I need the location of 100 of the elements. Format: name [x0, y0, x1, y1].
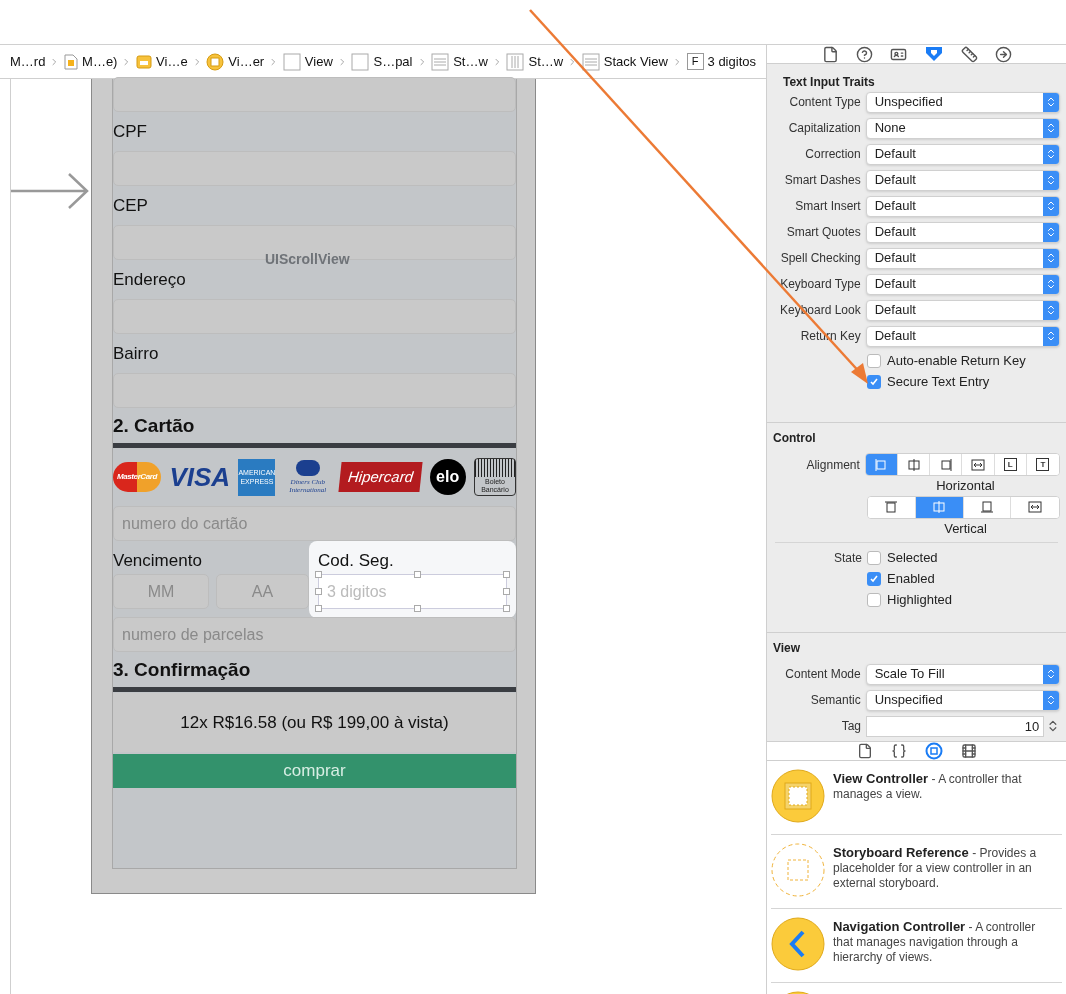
breadcrumb-item[interactable]: M…e) — [64, 51, 118, 72]
popup-button[interactable]: Scale To Fill — [865, 663, 1060, 685]
help-icon[interactable] — [855, 45, 873, 63]
resize-handle[interactable] — [503, 588, 510, 595]
checkbox-label: Auto-enable Return Key — [887, 351, 1026, 370]
attributes-inspector-icon[interactable] — [923, 45, 944, 63]
breadcrumb-item[interactable]: View — [282, 51, 333, 72]
popup-button[interactable]: Default — [865, 169, 1060, 191]
checkbox[interactable] — [867, 374, 881, 389]
breadcrumb-item[interactable]: St…w — [431, 51, 488, 72]
segmented-control[interactable]: L T — [864, 453, 1060, 476]
storyboard-file-icon — [64, 53, 79, 70]
alignment-icon: L — [1003, 458, 1017, 471]
library-item[interactable]: Navigation Controller - A controller that manages navigation through a hierarchy of views. — [771, 909, 1062, 983]
checkbox[interactable] — [867, 592, 881, 607]
section-title: View — [773, 640, 802, 657]
checkbox[interactable] — [867, 571, 881, 586]
stepper-arrows-icon — [1045, 668, 1057, 680]
property-label: State — [832, 549, 863, 567]
popup-button[interactable]: Default — [865, 221, 1060, 243]
stepper-arrows-icon — [1045, 122, 1057, 134]
breadcrumb-item[interactable]: F 3 digitos — [686, 51, 756, 72]
text-field[interactable] — [113, 77, 516, 112]
year-field[interactable]: AA — [216, 574, 309, 609]
segmented-control[interactable] — [867, 495, 1060, 519]
popup-button[interactable]: Default — [865, 325, 1060, 347]
segment-caption: Vertical — [943, 519, 988, 538]
text-field[interactable] — [113, 299, 516, 334]
installments-field[interactable]: numero de parcelas — [113, 617, 516, 652]
file-template-icon[interactable] — [856, 743, 873, 759]
alignment-segment[interactable] — [868, 496, 916, 518]
property-label: Smart Quotes — [785, 224, 862, 241]
security-code-field[interactable]: 3 digitos — [318, 574, 507, 609]
section-heading: 3. Confirmação — [113, 657, 252, 682]
breadcrumb-item[interactable]: Vi…e — [136, 51, 188, 72]
card-number-field[interactable]: numero do cartão — [113, 506, 516, 541]
resize-handle[interactable] — [315, 605, 322, 612]
library-item[interactable]: Storyboard Reference - Provides a placeholder for a view controller in an external storyboard. — [771, 835, 1062, 909]
resize-handle[interactable] — [503, 605, 510, 612]
resize-handle[interactable] — [414, 605, 421, 612]
popup-button[interactable]: Default — [865, 195, 1060, 217]
alignment-segment[interactable] — [865, 454, 899, 475]
stepper-arrows-icon — [1045, 278, 1057, 290]
popup-button[interactable]: Unspecified — [865, 91, 1060, 113]
text-field-icon: F — [686, 53, 704, 70]
property-label: Keyboard Type — [779, 276, 862, 293]
stack-view-icon — [581, 52, 600, 71]
storyboard-reference-icon — [771, 843, 825, 897]
field-label: Cod. Seg. — [318, 549, 395, 572]
library-item-description: View Controller - A controller that manages a view. — [833, 770, 1023, 802]
section-title: Control — [773, 430, 817, 447]
alignment-segment[interactable] — [915, 496, 964, 518]
file-inspector-icon[interactable] — [821, 45, 839, 63]
text-field[interactable] — [113, 373, 516, 408]
stepper-arrows-icon — [1045, 252, 1057, 264]
breadcrumb-item[interactable]: S…pal — [351, 51, 413, 72]
stepper-arrows-icon — [1045, 226, 1057, 238]
popup-button[interactable]: Default — [865, 299, 1060, 321]
property-label: Spell Checking — [779, 250, 862, 267]
checkbox[interactable] — [867, 550, 881, 565]
library-item[interactable]: View Controller - A controller that manages a view. — [771, 761, 1062, 835]
ruler-icon[interactable] — [960, 45, 978, 63]
popup-button[interactable]: None — [865, 117, 1060, 139]
card-brand-logo: VISA — [169, 464, 231, 490]
arrow-circle-icon[interactable] — [994, 45, 1012, 63]
property-label: Alignment — [805, 456, 861, 474]
alignment-icon — [883, 499, 900, 515]
field-label: Endereço — [113, 269, 186, 290]
stepper-arrows-icon — [1045, 174, 1057, 186]
resize-handle[interactable] — [315, 571, 322, 578]
month-field[interactable]: MM — [113, 574, 209, 609]
breadcrumb-item[interactable]: Vi…er — [206, 51, 265, 72]
popup-button[interactable]: Default — [865, 247, 1060, 269]
popup-button[interactable]: Default — [865, 273, 1060, 295]
breadcrumb-item[interactable]: Stack View — [581, 51, 668, 72]
field-label: CPF — [113, 121, 147, 142]
stepper-arrows-icon — [1045, 148, 1057, 160]
checkbox-label: Secure Text Entry — [887, 372, 990, 391]
popup-button[interactable]: Unspecified — [865, 689, 1060, 711]
object-library-icon[interactable] — [924, 742, 943, 760]
resize-handle[interactable] — [503, 571, 510, 578]
alignment-icon — [970, 456, 987, 473]
section-heading: 2. Cartão — [113, 413, 196, 438]
film-icon[interactable] — [960, 743, 977, 759]
resize-handle[interactable] — [414, 571, 421, 578]
checkbox-label: Highlighted — [887, 590, 953, 609]
breadcrumb-item[interactable]: M…rd — [10, 51, 46, 72]
field-label: Vencimento — [113, 549, 203, 572]
view-controller-icon — [206, 52, 225, 71]
stepper-arrows-icon — [1045, 330, 1057, 342]
popup-button[interactable]: Default — [865, 143, 1060, 165]
text-field[interactable] — [113, 151, 516, 186]
checkbox[interactable] — [867, 353, 881, 368]
resize-handle[interactable] — [315, 588, 322, 595]
navigation-controller-icon — [771, 917, 825, 971]
braces-icon[interactable] — [890, 743, 907, 759]
field-label: Bairro — [113, 343, 159, 364]
tag-field[interactable]: 10 — [866, 715, 1045, 737]
property-label: Correction — [804, 146, 862, 163]
breadcrumb-item[interactable]: St…w — [506, 51, 564, 72]
